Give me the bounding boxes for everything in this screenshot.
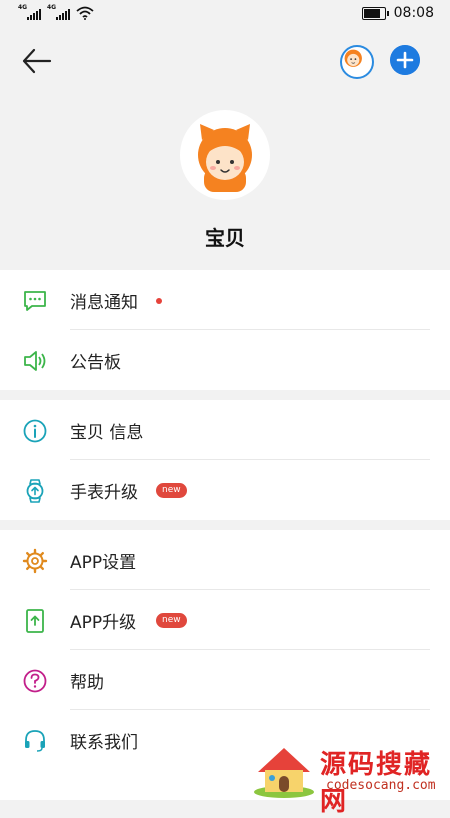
menu-label: 手表升级 xyxy=(70,483,138,503)
menu-section-notifications: 消息通知 公告板 xyxy=(0,270,450,390)
profile-name: 宝贝 xyxy=(205,226,245,250)
menu-label: 宝贝 信息 xyxy=(70,423,144,443)
menu-label: APP设置 xyxy=(70,553,137,573)
signal-icon: 4G xyxy=(47,4,70,20)
headset-icon xyxy=(25,730,45,752)
menu-item-bulletin[interactable]: 公告板 xyxy=(0,330,450,390)
phone-upgrade-icon xyxy=(26,609,44,633)
menu-item-app-settings[interactable]: APP设置 xyxy=(0,530,450,590)
menu-label: APP升级 xyxy=(70,613,137,633)
status-right: 08:08 xyxy=(361,5,434,21)
top-bar xyxy=(0,35,450,85)
new-badge: new xyxy=(156,483,187,498)
status-left: 4G 4G xyxy=(18,4,94,20)
menu-item-notifications[interactable]: 消息通知 xyxy=(0,270,450,330)
profile-avatar[interactable] xyxy=(180,110,270,200)
unread-dot xyxy=(156,298,162,304)
clock: 08:08 xyxy=(393,5,434,21)
house-logo-icon xyxy=(254,748,314,798)
status-bar: 4G 4G 08:08 xyxy=(0,0,450,30)
menu-label: 帮助 xyxy=(70,673,104,693)
battery-icon xyxy=(361,6,389,20)
baby-avatar-icon[interactable] xyxy=(340,45,374,79)
new-badge: new xyxy=(156,613,187,628)
menu-label: 联系我们 xyxy=(70,733,138,753)
info-icon xyxy=(23,419,47,443)
menu-section-baby: 宝贝 信息 手表升级 new xyxy=(0,400,450,520)
menu-item-baby-info[interactable]: 宝贝 信息 xyxy=(0,400,450,460)
menu-item-watch-upgrade[interactable]: 手表升级 new xyxy=(0,460,450,520)
watermark-url: codesocang.com xyxy=(326,778,436,793)
signal-icon: 4G xyxy=(18,4,41,20)
menu-label: 公告板 xyxy=(70,353,121,373)
menu-label: 消息通知 xyxy=(70,293,138,313)
speaker-icon xyxy=(24,351,46,371)
back-arrow-icon[interactable] xyxy=(20,47,52,75)
add-icon[interactable] xyxy=(390,45,420,75)
wifi-icon xyxy=(76,6,94,20)
watch-upgrade-icon xyxy=(26,479,44,503)
message-icon xyxy=(24,291,46,311)
gear-icon xyxy=(22,548,48,574)
menu-item-app-upgrade[interactable]: APP升级 new xyxy=(0,590,450,650)
watermark: 源码搜藏网 codesocang.com xyxy=(250,742,450,817)
question-icon xyxy=(23,669,47,693)
menu-item-help[interactable]: 帮助 xyxy=(0,650,450,710)
